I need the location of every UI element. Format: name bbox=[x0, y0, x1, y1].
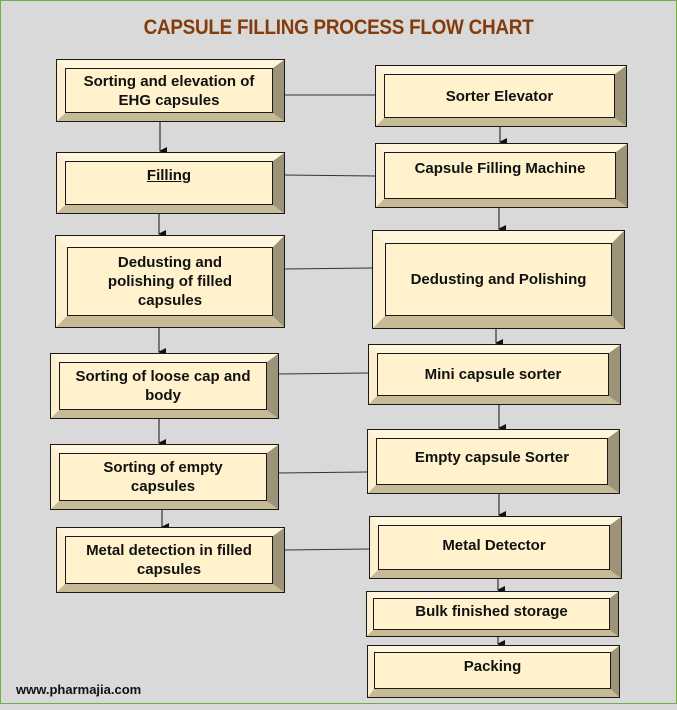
step-label: Sorting of empty capsules bbox=[59, 453, 267, 501]
step-label: Dedusting and polishing of filled capsul… bbox=[67, 247, 273, 316]
equipment-label: Bulk finished storage bbox=[373, 598, 610, 630]
equipment-mini-capsule-sorter: Mini capsule sorter bbox=[368, 344, 621, 405]
connector-row-6 bbox=[283, 548, 370, 551]
connector-row-4 bbox=[277, 372, 369, 375]
step-metal-detection: Metal detection in filled capsules bbox=[56, 527, 285, 593]
equipment-capsule-filling-machine: Capsule Filling Machine bbox=[375, 143, 628, 208]
equipment-metal-detector: Metal Detector bbox=[369, 516, 622, 579]
step-dedusting-polishing: Dedusting and polishing of filled capsul… bbox=[55, 235, 285, 328]
equipment-label: Sorter Elevator bbox=[384, 74, 615, 118]
step-label: Sorting and elevation of EHG capsules bbox=[65, 68, 273, 113]
connector-row-5 bbox=[277, 471, 368, 474]
equipment-label: Packing bbox=[374, 652, 611, 689]
step-filling: Filling bbox=[56, 152, 285, 214]
equipment-label: Capsule Filling Machine bbox=[384, 152, 616, 199]
connector-row-2 bbox=[283, 174, 376, 177]
step-sorting-empty: Sorting of empty capsules bbox=[50, 444, 279, 510]
equipment-dedusting-polishing: Dedusting and Polishing bbox=[372, 230, 625, 329]
website-url: www.pharmajia.com bbox=[16, 682, 142, 697]
equipment-label: Empty capsule Sorter bbox=[376, 438, 608, 485]
equipment-empty-capsule-sorter: Empty capsule Sorter bbox=[367, 429, 620, 494]
step-label: Metal detection in filled capsules bbox=[65, 536, 273, 584]
step-label: Sorting of loose cap and body bbox=[59, 362, 267, 410]
step-sorting-elevation: Sorting and elevation of EHG capsules bbox=[56, 59, 285, 122]
equipment-label: Mini capsule sorter bbox=[377, 353, 609, 396]
step-label: Filling bbox=[65, 161, 273, 205]
equipment-label: Metal Detector bbox=[378, 525, 610, 570]
step-sorting-loose-cap: Sorting of loose cap and body bbox=[50, 353, 279, 419]
equipment-bulk-finished-storage: Bulk finished storage bbox=[366, 591, 619, 637]
equipment-sorter-elevator: Sorter Elevator bbox=[375, 65, 627, 127]
connector-row-3 bbox=[283, 267, 373, 270]
equipment-label: Dedusting and Polishing bbox=[385, 243, 612, 316]
equipment-packing: Packing bbox=[367, 645, 620, 698]
